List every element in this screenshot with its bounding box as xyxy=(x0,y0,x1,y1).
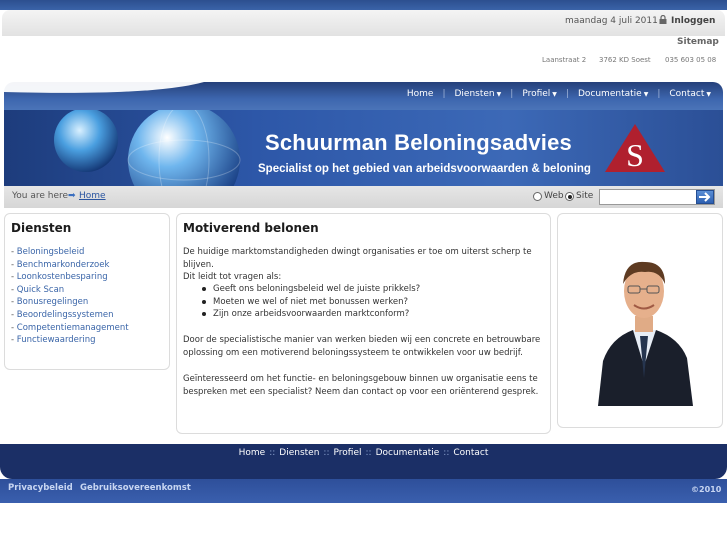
address-postcode: 3762 KD Soest xyxy=(599,56,651,64)
sidebar-item-label: Bonusregelingen xyxy=(16,297,89,308)
breadcrumb-label: You are here xyxy=(12,191,69,201)
sidebar-item[interactable]: - Competentiemanagement xyxy=(11,322,129,335)
copyright: ©2010 xyxy=(691,485,722,494)
search-button[interactable] xyxy=(696,190,714,204)
footer-link-documentatie[interactable]: Documentatie xyxy=(376,448,440,458)
search-web-radio[interactable] xyxy=(533,192,542,201)
nav-item-contact[interactable]: Contact ▼ xyxy=(667,89,713,99)
text-line: oplossing om een motiverend beloningssys… xyxy=(183,347,523,358)
sidebar-item-label: Beloningsbeleid xyxy=(16,247,85,257)
intro-paragraph: De huidige marktomstandigheden dwingt or… xyxy=(183,246,543,284)
nav-separator: | xyxy=(657,89,661,99)
nav-swoosh-decoration xyxy=(4,82,204,93)
chevron-down-icon: ▼ xyxy=(643,91,649,98)
page: maandag 4 juli 2011 Inloggen Sitemap Laa… xyxy=(0,0,727,545)
footer-separator: :: xyxy=(365,448,372,458)
sidebar-item[interactable]: - Benchmarkonderzoek xyxy=(11,259,129,272)
consultant-photo xyxy=(593,246,696,406)
address-street: Laanstraat 2 xyxy=(542,56,587,64)
text-line: Door de specialistische manier van werke… xyxy=(183,335,541,345)
login-label: Inloggen xyxy=(671,16,716,26)
nav-separator: | xyxy=(510,89,514,99)
banner-subtitle: Specialist op het gebied van arbeidsvoor… xyxy=(258,163,591,175)
top-strip xyxy=(0,0,727,10)
sidebar-item-label: Beoordelingssystemen xyxy=(16,309,114,320)
nav-items: Home | Diensten ▼ | Profiel ▼ | Documentatie ▼ | Co… xyxy=(405,89,713,99)
logo-letter: S xyxy=(626,137,644,173)
sidebar-item[interactable]: - Beoordelingssystemen xyxy=(11,309,129,322)
text-line: Dit leidt tot vragen als: xyxy=(183,272,282,283)
search-web-label: Web xyxy=(544,191,564,201)
banner: Schuurman Beloningsadvies Specialist op … xyxy=(4,110,723,186)
footer-link-profiel[interactable]: Profiel xyxy=(334,448,362,458)
globe-graphic xyxy=(54,110,241,186)
question-item: Zijn onze arbeidsvoorwaarden marktconfor… xyxy=(200,308,420,321)
nav-item-label: Documentatie xyxy=(577,89,642,99)
sidebar-item-label: Quick Scan xyxy=(16,284,65,295)
address-phone: 035 603 05 08 xyxy=(665,56,717,64)
text-line: De huidige marktomstandigheden dwingt or… xyxy=(183,247,532,270)
arrow-right-icon xyxy=(699,192,711,202)
question-item: Moeten we wel of niet met bonussen werke… xyxy=(200,296,420,309)
sidebar-item[interactable]: - Bonusregelingen xyxy=(11,296,129,309)
lock-icon xyxy=(659,15,667,24)
nav-item-label: Profiel xyxy=(522,89,551,99)
sidebar-item-label: Loonkostenbesparing xyxy=(16,272,108,283)
breadcrumb-home-link[interactable]: Home xyxy=(79,191,106,201)
nav-item-label: Diensten xyxy=(454,89,495,99)
footer-separator: :: xyxy=(323,448,330,458)
search-site-radio[interactable] xyxy=(565,192,574,201)
nav-separator: | xyxy=(442,89,446,99)
search-site-label: Site xyxy=(576,191,594,201)
footer-link-contact[interactable]: Contact xyxy=(453,448,488,458)
sidebar-item-label: Functiewaardering xyxy=(16,335,96,346)
text-line: bespreken met een specialist? Neem dan c… xyxy=(183,386,539,397)
sidebar-item[interactable]: - Beloningsbeleid xyxy=(11,246,129,259)
nav-item-documentatie[interactable]: Documentatie ▼ xyxy=(576,89,650,99)
page-title: Motiverend belonen xyxy=(183,221,319,235)
footer-separator: :: xyxy=(269,448,276,458)
nav-item-profiel[interactable]: Profiel ▼ xyxy=(520,89,559,99)
chevron-down-icon: ▼ xyxy=(706,91,711,98)
sitemap-link[interactable]: Sitemap xyxy=(677,37,719,47)
contact-paragraph: Geïnteresseerd om het functie- en beloni… xyxy=(183,373,543,398)
main-nav: Home | Diensten ▼ | Profiel ▼ | Documentatie ▼ | Co… xyxy=(4,82,723,110)
login-link[interactable]: Inloggen xyxy=(659,15,715,26)
text-line: Geïnteresseerd om het functie- en beloni… xyxy=(183,374,538,384)
footer-link-diensten[interactable]: Diensten xyxy=(279,448,319,458)
chevron-down-icon: ▼ xyxy=(496,91,502,98)
sidebar-item-label: Benchmarkonderzoek xyxy=(16,259,110,270)
question-list: Geeft ons beloningsbeleid wel de juiste … xyxy=(200,283,420,321)
footer-link-home[interactable]: Home xyxy=(239,448,266,458)
banner-title: Schuurman Beloningsadvies xyxy=(265,130,572,155)
sidebar-item[interactable]: - Loonkostenbesparing xyxy=(11,271,129,284)
current-date: maandag 4 juli 2011 xyxy=(565,16,658,26)
sidebar-title: Diensten xyxy=(11,221,72,235)
nav-item-label: Home xyxy=(406,89,434,99)
question-item: Geeft ons beloningsbeleid wel de juiste … xyxy=(200,283,420,296)
footer-separator: :: xyxy=(443,448,450,458)
approach-paragraph: Door de specialistische manier van werke… xyxy=(183,334,543,359)
terms-link[interactable]: Gebruiksovereenkomst xyxy=(80,483,191,493)
nav-item-diensten[interactable]: Diensten ▼ xyxy=(453,89,504,99)
brand-logo[interactable]: S xyxy=(604,122,666,174)
sidebar-item[interactable]: - Functiewaardering xyxy=(11,334,129,347)
sidebar-item-label: Competentiemanagement xyxy=(16,322,129,333)
nav-separator: | xyxy=(565,89,569,99)
footer-links: Home:: Diensten:: Profiel:: Documentatie:: C… xyxy=(0,448,727,458)
arrow-right-icon: ➡ xyxy=(68,191,76,201)
sidebar-list: - Beloningsbeleid - Benchmarkonderzoek - L… xyxy=(11,246,129,347)
nav-item-label: Contact xyxy=(669,89,705,99)
chevron-down-icon: ▼ xyxy=(552,91,557,98)
sidebar-item[interactable]: - Quick Scan xyxy=(11,284,129,297)
privacy-link[interactable]: Privacybeleid xyxy=(8,483,73,493)
nav-item-home[interactable]: Home xyxy=(405,89,436,99)
